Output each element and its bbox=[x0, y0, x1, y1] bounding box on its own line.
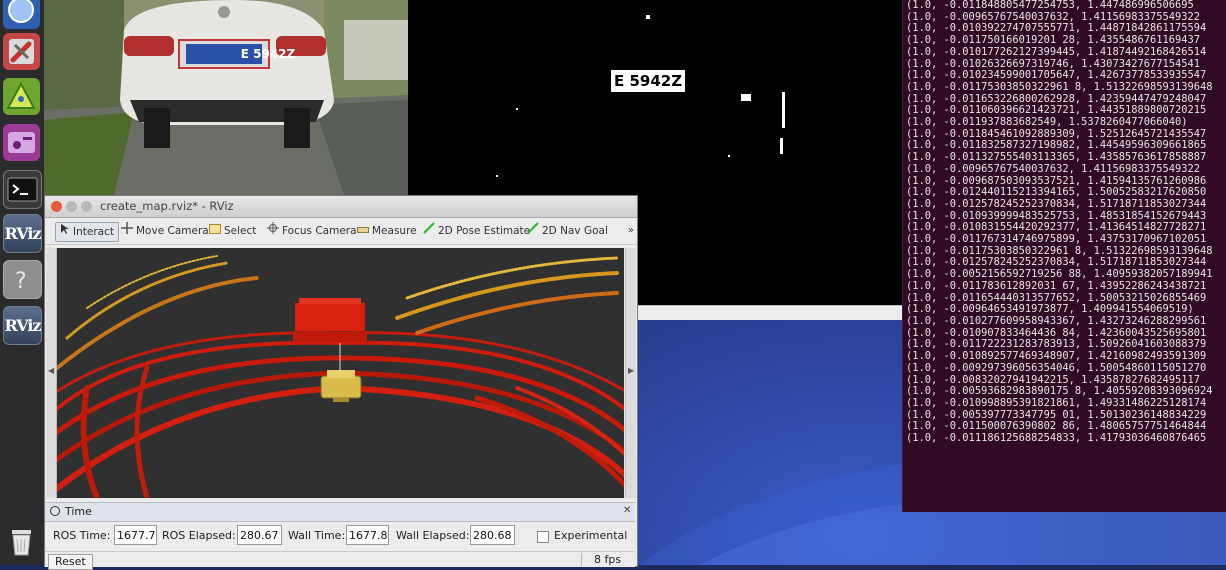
pose-estimate-label: 2D Pose Estimate bbox=[438, 225, 531, 237]
interact-tool-button[interactable]: Interact bbox=[55, 222, 119, 242]
move-camera-tool-button[interactable]: Move Camera bbox=[121, 222, 209, 240]
fps-indicator: 8 fps bbox=[581, 553, 621, 566]
terminal-line: (1.0, -0.011848805477254753, 1.447486996… bbox=[906, 0, 1194, 11]
crosshair-icon bbox=[267, 222, 279, 240]
clock-icon bbox=[50, 506, 60, 516]
maximize-window-button[interactable] bbox=[81, 201, 92, 212]
time-panel-header: Time ✕ bbox=[45, 502, 635, 522]
right-dock-collapse-handle[interactable]: ▶ bbox=[625, 248, 636, 498]
focus-camera-label: Focus Camera bbox=[282, 225, 357, 237]
browser-icon bbox=[8, 0, 34, 23]
ros-time-label: ROS Time: bbox=[53, 529, 111, 542]
media-launcher-button[interactable] bbox=[3, 124, 40, 161]
ros-time-field[interactable]: 1677.78 bbox=[114, 525, 157, 545]
time-panel: ROS Time: 1677.78 ROS Elapsed: 280.67 Wa… bbox=[45, 522, 635, 550]
terminal-launcher-button[interactable] bbox=[3, 170, 42, 209]
terminal-icon bbox=[7, 177, 38, 202]
chromium-launcher-button[interactable] bbox=[3, 0, 40, 29]
pose-estimate-tool-button[interactable]: 2D Pose Estimate bbox=[423, 222, 530, 240]
ros-elapsed-label: ROS Elapsed: bbox=[162, 529, 236, 542]
wall-elapsed-label: Wall Elapsed: bbox=[396, 529, 470, 542]
rviz-launcher-label: RViz bbox=[4, 224, 41, 243]
license-plate-text: E 5942Z bbox=[240, 47, 296, 61]
terminal-line: (1.0, -0.01175303850322961 8, 1.51322698… bbox=[906, 80, 1213, 93]
minimize-window-button[interactable] bbox=[66, 201, 77, 212]
rviz-launcher-button[interactable]: RViz bbox=[3, 214, 42, 253]
3d-viewport[interactable] bbox=[57, 248, 624, 498]
move-camera-label: Move Camera bbox=[136, 225, 209, 237]
experimental-checkbox[interactable] bbox=[537, 531, 549, 543]
terminal-line: (1.0, -0.012578245252370834, 1.517187118… bbox=[906, 197, 1207, 210]
rviz-window: create_map.rviz* - RViz Interact Move Ca… bbox=[44, 195, 638, 570]
rviz-toolbar: Interact Move Camera Select Focus Camera… bbox=[45, 218, 637, 245]
green-arrow-icon bbox=[423, 222, 435, 240]
camera-feed-image bbox=[44, 0, 408, 195]
terminal-line: (1.0, -0.010998895391821861, 1.493314862… bbox=[906, 396, 1207, 409]
wall-time-field[interactable]: 1677.88 bbox=[346, 525, 389, 545]
question-mark-icon: ? bbox=[15, 269, 27, 294]
measure-tool-button[interactable]: Measure bbox=[357, 222, 417, 240]
terminal-line: (1.0, -0.011186125688254833, 1.417930364… bbox=[906, 432, 1207, 445]
cursor-icon bbox=[60, 223, 70, 241]
move-arrows-icon bbox=[121, 222, 133, 240]
select-label: Select bbox=[224, 225, 257, 237]
focus-camera-tool-button[interactable]: Focus Camera bbox=[267, 222, 357, 240]
camera-feed-window: E 5942Z bbox=[44, 0, 410, 195]
nav-goal-tool-button[interactable]: 2D Nav Goal bbox=[527, 222, 608, 240]
point-cloud-render bbox=[57, 255, 624, 498]
green-arrow-icon bbox=[527, 222, 539, 240]
terminal-line: (1.0, -0.009297396056354046, 1.500548601… bbox=[906, 361, 1207, 374]
triangle-network-icon bbox=[6, 81, 36, 109]
rviz-launcher-button-2[interactable]: RViz bbox=[3, 306, 42, 345]
select-box-icon bbox=[209, 222, 221, 240]
window-title: create_map.rviz* - RViz bbox=[100, 199, 234, 213]
system-tools-launcher-button[interactable] bbox=[3, 33, 40, 70]
terminal-line: (1.0, -0.011937883682549, 1.537826047706… bbox=[906, 116, 1188, 129]
binary-window-border bbox=[636, 305, 902, 320]
robot-model bbox=[320, 370, 362, 402]
time-panel-title: Time bbox=[65, 505, 92, 518]
terminal-window[interactable]: (1.0, -0.011848805477254753, 1.447486996… bbox=[902, 0, 1226, 512]
unity-launcher: RViz ? RViz bbox=[0, 0, 45, 565]
trash-launcher-button[interactable] bbox=[3, 522, 40, 559]
trash-icon bbox=[12, 530, 31, 556]
wall-elapsed-field[interactable]: 280.68 bbox=[470, 525, 515, 545]
reset-button[interactable]: Reset bbox=[48, 554, 93, 570]
terminal-line: (1.0, -0.010277609958943367, 1.432732462… bbox=[906, 314, 1207, 327]
wall-time-label: Wall Time: bbox=[288, 529, 346, 542]
media-player-icon bbox=[8, 132, 35, 153]
rviz-titlebar[interactable]: create_map.rviz* - RViz bbox=[45, 196, 637, 218]
toolbar-overflow-button[interactable]: » bbox=[628, 225, 634, 236]
rviz-launcher-label-2: RViz bbox=[4, 316, 41, 335]
experimental-label: Experimental bbox=[554, 529, 628, 542]
terminal-line: (1.0, -0.00965767540037632, 1.4115698337… bbox=[906, 162, 1201, 175]
nav-goal-label: 2D Nav Goal bbox=[542, 225, 608, 237]
interact-label: Interact bbox=[73, 226, 114, 238]
chevron-right-icon: ▶ bbox=[628, 366, 635, 375]
terminal-output: (1.0, -0.011848805477254753, 1.447486996… bbox=[903, 0, 1226, 445]
terminal-line: (1.0, -0.011767314746975899, 1.437531709… bbox=[906, 233, 1207, 246]
select-tool-button[interactable]: Select bbox=[209, 222, 256, 240]
terminal-line: (1.0, -0.010177262127399445, 1.418744921… bbox=[906, 45, 1207, 58]
network-tool-launcher-button[interactable] bbox=[3, 78, 40, 115]
close-window-button[interactable] bbox=[51, 201, 62, 212]
ruler-icon bbox=[357, 222, 369, 240]
wrench-icon bbox=[9, 39, 34, 64]
terminal-line: (1.0, -0.011783612892031 67, 1.439522862… bbox=[906, 279, 1207, 292]
unknown-app-launcher-button[interactable]: ? bbox=[3, 260, 42, 299]
chevron-left-icon: ◀ bbox=[48, 366, 55, 375]
svg-text:?: ? bbox=[15, 269, 27, 294]
ros-elapsed-field[interactable]: 280.67 bbox=[237, 525, 282, 545]
left-dock-collapse-handle[interactable]: ◀ bbox=[46, 248, 57, 498]
measure-label: Measure bbox=[372, 225, 417, 237]
close-panel-icon[interactable]: ✕ bbox=[623, 505, 633, 517]
